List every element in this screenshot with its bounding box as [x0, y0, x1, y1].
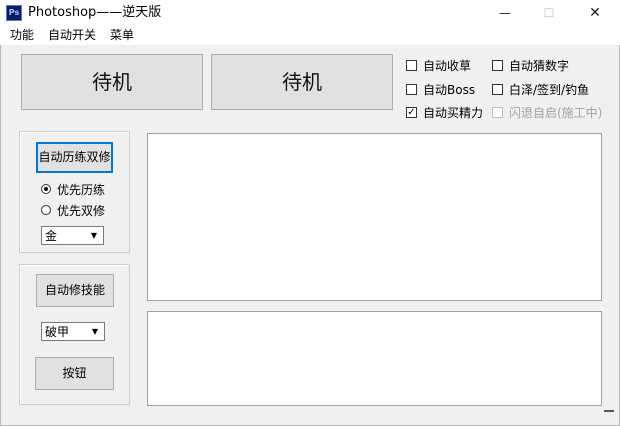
menu-auto-switch[interactable]: 自动开关 — [48, 28, 96, 43]
checkbox-label: 自动Boss — [423, 82, 476, 97]
checkbox-label: 白泽/签到/钓鱼 — [509, 82, 590, 97]
status-button-2[interactable]: 待机 — [211, 54, 393, 110]
checkbox-label: 自动收草 — [423, 58, 472, 73]
auto-skill-button[interactable]: 自动修技能 — [36, 274, 114, 307]
checkbox-box[interactable] — [492, 59, 503, 71]
checkbox-box[interactable] — [406, 59, 417, 71]
checkbox-crash-restart[interactable]: 闪退自启(施工中) — [492, 104, 602, 120]
checkbox-label: 闪退自启(施工中) — [509, 105, 603, 120]
menu-menu[interactable]: 菜单 — [110, 28, 134, 43]
output-textarea[interactable] — [147, 311, 602, 406]
generic-button[interactable]: 按钮 — [35, 357, 114, 390]
menu-functions[interactable]: 功能 — [10, 28, 34, 43]
checkmark-icon[interactable]: ✓ — [406, 106, 417, 118]
maximize-button[interactable]: ☐ — [526, 0, 572, 26]
minimize-icon: — — [499, 6, 511, 20]
radio-prefer-dual[interactable]: 优先双修 — [41, 202, 105, 218]
checkbox-label: 自动买精力 — [423, 105, 484, 120]
window-title: Photoshop——逆天版 — [28, 5, 162, 20]
grade-select[interactable]: 金 ▼ — [41, 226, 104, 245]
close-icon: ✕ — [589, 5, 601, 21]
checkbox-auto-boss[interactable]: 自动Boss — [406, 81, 475, 97]
status-button-1[interactable]: 待机 — [21, 54, 203, 110]
select-value: 破甲 — [45, 325, 70, 339]
resize-grip-icon[interactable] — [604, 410, 614, 412]
close-button[interactable]: ✕ — [572, 0, 618, 26]
dropdown-arrow-icon[interactable]: ▼ — [86, 228, 102, 244]
checkbox-label: 自动猜数字 — [509, 58, 570, 73]
radio-prefer-training[interactable]: 优先历练 — [41, 181, 105, 197]
checkbox-auto-collect-grass[interactable]: 自动收草 — [406, 57, 471, 73]
checkbox-auto-buy-energy[interactable]: ✓ 自动买精力 — [406, 104, 483, 120]
radio-label: 优先历练 — [57, 182, 106, 197]
checkbox-baize-signin-fishing[interactable]: 白泽/签到/钓鱼 — [492, 81, 589, 97]
skill-select[interactable]: 破甲 ▼ — [41, 322, 105, 341]
radio-icon[interactable] — [41, 205, 51, 215]
log-textarea[interactable] — [147, 133, 602, 301]
select-value: 金 — [45, 229, 58, 243]
checkbox-box[interactable] — [492, 83, 503, 95]
radio-label: 优先双修 — [57, 203, 106, 218]
dropdown-arrow-icon[interactable]: ▼ — [87, 324, 103, 340]
photoshop-app-icon: Ps — [6, 5, 22, 21]
checkbox-box[interactable] — [492, 106, 503, 118]
maximize-icon: ☐ — [543, 6, 555, 20]
checkbox-box[interactable] — [406, 83, 417, 95]
auto-training-button[interactable]: 自动历练双修 — [36, 142, 113, 173]
minimize-button[interactable]: — — [482, 0, 528, 26]
checkbox-auto-guess-number[interactable]: 自动猜数字 — [492, 57, 569, 73]
radio-selected-icon[interactable] — [41, 184, 51, 194]
